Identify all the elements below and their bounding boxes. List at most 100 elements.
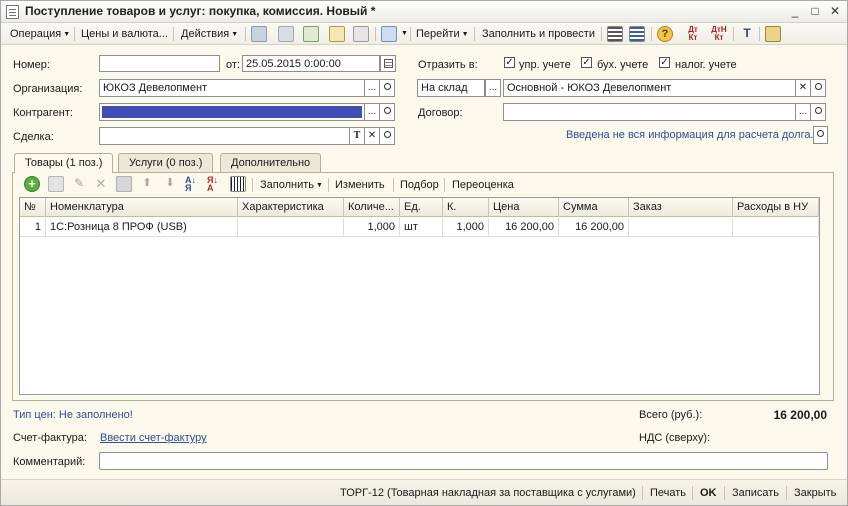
prices-currency-button[interactable]: Цены и валюта... bbox=[81, 27, 168, 41]
cell-item[interactable]: 1С:Розница 8 ПРОФ (USB) bbox=[46, 218, 238, 237]
cell-nu-expenses[interactable] bbox=[733, 218, 819, 237]
goto-arrow-icon[interactable] bbox=[381, 26, 397, 42]
contract-field[interactable] bbox=[503, 103, 796, 121]
warehouse-type-button[interactable]: ... bbox=[485, 79, 501, 97]
print-button[interactable]: Печать bbox=[650, 486, 686, 500]
warehouse-type-field[interactable]: На склад bbox=[417, 79, 485, 97]
col-coefficient[interactable]: К. bbox=[443, 198, 489, 217]
reflect-mgmt-checkbox[interactable]: ✓ bbox=[504, 57, 515, 68]
search-icon bbox=[383, 131, 391, 138]
torg12-print-button[interactable]: ТОРГ-12 (Товарная накладная за поставщик… bbox=[340, 486, 636, 500]
copy-row-icon[interactable] bbox=[48, 176, 64, 192]
date-field[interactable]: 25.05.2015 0:00:00 bbox=[242, 55, 380, 72]
price-type-link[interactable]: Тип цен: Не заполнено! bbox=[13, 409, 133, 421]
barcode-icon[interactable] bbox=[230, 176, 246, 192]
col-price[interactable]: Цена bbox=[489, 198, 559, 217]
title-bar: Поступление товаров и услуг: покупка, ко… bbox=[1, 1, 847, 23]
col-number[interactable]: № bbox=[20, 198, 46, 217]
close-window-button[interactable]: ✕ bbox=[827, 4, 843, 19]
enter-invoice-link[interactable]: Ввести счет-фактуру bbox=[100, 432, 207, 444]
contract-open-button[interactable] bbox=[811, 103, 826, 121]
organization-open-button[interactable] bbox=[380, 79, 395, 97]
select-button[interactable]: Подбор bbox=[400, 178, 439, 192]
help-icon[interactable]: ? bbox=[657, 26, 673, 42]
cell-coefficient[interactable]: 1,000 bbox=[443, 218, 489, 237]
col-characteristic[interactable]: Характеристика bbox=[238, 198, 344, 217]
ok-button[interactable]: OK bbox=[700, 486, 717, 500]
create-based-icon[interactable] bbox=[329, 26, 345, 42]
col-order[interactable]: Заказ bbox=[629, 198, 733, 217]
col-nu-expenses[interactable]: Расходы в НУ bbox=[733, 198, 819, 217]
text-format-icon[interactable]: T bbox=[739, 26, 755, 42]
reflect-acc-checkbox[interactable]: ✓ bbox=[581, 57, 592, 68]
col-sum[interactable]: Сумма bbox=[559, 198, 629, 217]
fill-menu[interactable]: Заполнить ▼ bbox=[260, 178, 323, 192]
close-button[interactable]: Закрыть bbox=[794, 486, 836, 500]
counterparty-open-button[interactable] bbox=[380, 103, 395, 121]
deal-type-button[interactable]: T bbox=[350, 127, 365, 145]
number-field[interactable] bbox=[99, 55, 220, 72]
cell-characteristic[interactable] bbox=[238, 218, 344, 237]
operation-menu[interactable]: Операция ▼ bbox=[10, 27, 70, 41]
settings-icon[interactable] bbox=[765, 26, 781, 42]
sort-asc-icon[interactable]: А↓ Я bbox=[185, 176, 201, 193]
dt-kt-icon[interactable]: Дт Кт bbox=[685, 26, 701, 42]
contract-select-button[interactable]: ... bbox=[796, 103, 811, 121]
deal-clear-button[interactable]: ✕ bbox=[365, 127, 380, 145]
unpost-icon[interactable] bbox=[278, 26, 294, 42]
comment-field[interactable] bbox=[99, 452, 828, 470]
col-item[interactable]: Номенклатура bbox=[46, 198, 238, 217]
cell-sum[interactable]: 16 200,00 bbox=[559, 218, 629, 237]
document-icon bbox=[6, 5, 19, 19]
col-unit[interactable]: Ед. bbox=[400, 198, 443, 217]
post-icon[interactable] bbox=[251, 26, 267, 42]
tab-services[interactable]: Услуги (0 поз.) bbox=[118, 153, 214, 172]
sort-desc-icon[interactable]: Я↓ А bbox=[207, 176, 223, 193]
actions-menu[interactable]: Действия ▼ bbox=[181, 27, 238, 41]
dtn-kt-icon[interactable]: ДтН Кт bbox=[709, 26, 729, 42]
maximize-button[interactable]: □ bbox=[807, 4, 823, 19]
fill-and-post-button[interactable]: Заполнить и провести bbox=[482, 27, 595, 41]
move-up-icon[interactable]: ⬆ bbox=[139, 176, 155, 192]
deal-field[interactable] bbox=[99, 127, 350, 145]
cell-price[interactable]: 16 200,00 bbox=[489, 218, 559, 237]
table-row[interactable]: 1 1С:Розница 8 ПРОФ (USB) 1,000 шт 1,000… bbox=[20, 218, 819, 237]
change-button[interactable]: Изменить bbox=[335, 178, 385, 192]
tab-additional[interactable]: Дополнительно bbox=[220, 153, 322, 172]
minimize-button[interactable]: _ bbox=[787, 4, 803, 19]
debt-info-button[interactable] bbox=[813, 126, 828, 144]
structure-icon[interactable] bbox=[353, 26, 369, 42]
bottom-command-bar: ТОРГ-12 (Товарная накладная за поставщик… bbox=[1, 479, 847, 505]
col-quantity[interactable]: Количе... bbox=[344, 198, 400, 217]
reflect-tax-checkbox[interactable]: ✓ bbox=[659, 57, 670, 68]
vat-label: НДС (сверху): bbox=[639, 432, 711, 444]
organization-field[interactable]: ЮКОЗ Девелопмент bbox=[99, 79, 365, 97]
revalue-button[interactable]: Переоценка bbox=[452, 178, 514, 192]
counterparty-select-button[interactable]: ... bbox=[365, 103, 380, 121]
cell-quantity[interactable]: 1,000 bbox=[344, 218, 400, 237]
delete-row-icon[interactable]: ✕ bbox=[93, 176, 109, 192]
deal-open-button[interactable] bbox=[380, 127, 395, 145]
warehouse-clear-button[interactable]: ✕ bbox=[796, 79, 811, 97]
organization-select-button[interactable]: ... bbox=[365, 79, 380, 97]
cell-unit[interactable]: шт bbox=[400, 218, 443, 237]
warehouse-field[interactable]: Основной - ЮКОЗ Девелопмент bbox=[503, 79, 796, 97]
add-row-icon[interactable]: + bbox=[24, 176, 40, 192]
end-edit-icon[interactable] bbox=[116, 176, 132, 192]
tab-goods[interactable]: Товары (1 поз.) bbox=[14, 153, 114, 173]
cell-order[interactable] bbox=[629, 218, 733, 237]
debt-info-link[interactable]: Введена не вся информация для расчета до… bbox=[566, 129, 814, 141]
calendar-button[interactable] bbox=[380, 55, 396, 72]
checklist-icon[interactable] bbox=[629, 26, 645, 42]
list-icon[interactable] bbox=[607, 26, 623, 42]
total-label: Всего (руб.): bbox=[639, 409, 703, 421]
goto-menu[interactable]: Перейти ▼ bbox=[416, 27, 469, 41]
comment-label: Комментарий: bbox=[13, 456, 86, 468]
goods-table[interactable]: № Номенклатура Характеристика Количе... … bbox=[19, 197, 820, 395]
save-button[interactable]: Записать bbox=[732, 486, 779, 500]
copy-doc-icon[interactable] bbox=[303, 26, 319, 42]
counterparty-field[interactable] bbox=[99, 103, 365, 121]
warehouse-open-button[interactable] bbox=[811, 79, 826, 97]
move-down-icon[interactable]: ⬇ bbox=[162, 176, 178, 192]
edit-row-icon[interactable]: ✎ bbox=[71, 176, 87, 192]
